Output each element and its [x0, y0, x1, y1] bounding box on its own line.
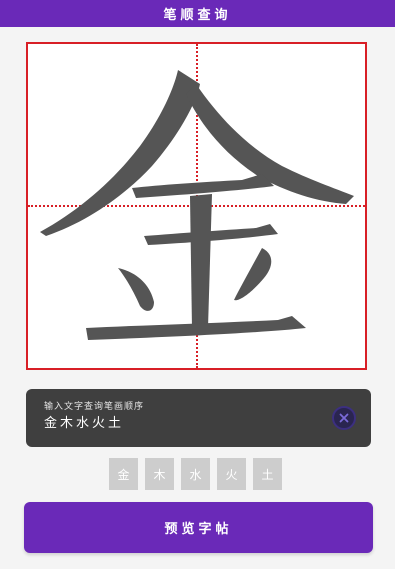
title-bar: 笔顺查询 — [0, 0, 395, 27]
stroke-shu — [190, 194, 212, 329]
stroke-dot-right — [234, 248, 272, 301]
clear-input-button[interactable] — [332, 406, 356, 430]
input-hint: 输入文字查询笔画顺序 — [44, 402, 145, 412]
stroke-practice-grid — [26, 42, 367, 370]
app-title: 笔顺查询 — [163, 8, 232, 23]
chip-huo[interactable]: 火 — [217, 458, 246, 490]
stroke-glyph — [40, 70, 354, 340]
character-chip-list: 金 木 水 火 土 — [109, 458, 282, 490]
stroke-pie — [40, 70, 200, 236]
chip-tu[interactable]: 土 — [253, 458, 282, 490]
character-input-panel: 输入文字查询笔画顺序 — [26, 389, 371, 447]
chip-jin[interactable]: 金 — [109, 458, 138, 490]
stroke-dot-left — [118, 268, 154, 311]
chip-mu[interactable]: 木 — [145, 458, 174, 490]
stroke-heng-1 — [132, 174, 274, 198]
character-input[interactable] — [44, 414, 324, 429]
preview-copybook-button[interactable]: 预览字帖 — [24, 502, 373, 553]
close-circle-icon — [339, 413, 349, 423]
chip-shui[interactable]: 水 — [181, 458, 210, 490]
